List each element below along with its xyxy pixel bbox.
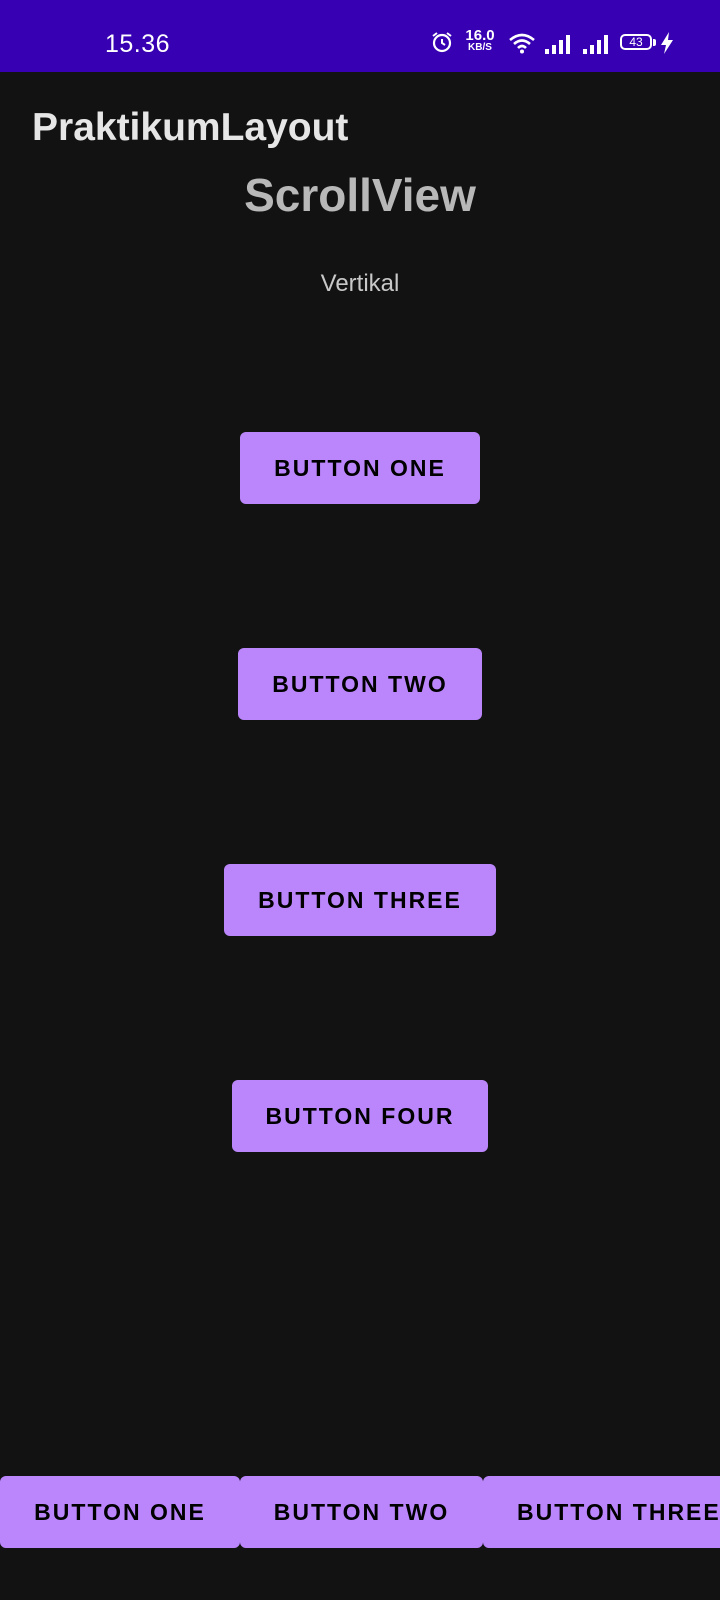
button-one[interactable]: BUTTON ONE [240,432,480,504]
wifi-icon [509,33,535,54]
horizontal-button-three[interactable]: BUTTON THREE [483,1476,720,1548]
vertical-scroll-view[interactable]: ScrollView Vertikal [0,160,720,1420]
signal-icon [545,35,570,54]
scrollview-subheading: Vertikal [320,270,400,297]
signal-icon [583,35,608,54]
horizontal-scroll-view[interactable]: BUTTON ONE BUTTON TWO BUTTON THREE [0,1476,720,1548]
button-three[interactable]: BUTTON THREE [224,864,496,936]
button-four[interactable]: BUTTON FOUR [232,1080,488,1152]
alarm-icon [432,32,452,53]
status-time: 15.36 [105,30,171,58]
battery-tip [653,39,656,46]
horizontal-button-one[interactable]: BUTTON ONE [0,1476,240,1548]
battery-icon: 43 [620,34,652,50]
app-title: PraktikumLayout [32,106,349,149]
status-bar: 15.36 16.0 KB/S 43 [0,0,720,72]
status-icons: 16.0 KB/S 43 [430,28,700,60]
horizontal-button-two[interactable]: BUTTON TWO [240,1476,483,1548]
network-speed-unit: KB/S [468,42,492,53]
scrollview-heading: ScrollView [244,169,476,221]
button-two[interactable]: BUTTON TWO [238,648,482,720]
charging-bolt-icon [661,32,673,54]
network-speed: 16.0 KB/S [462,28,498,53]
network-speed-value: 16.0 [465,27,495,44]
